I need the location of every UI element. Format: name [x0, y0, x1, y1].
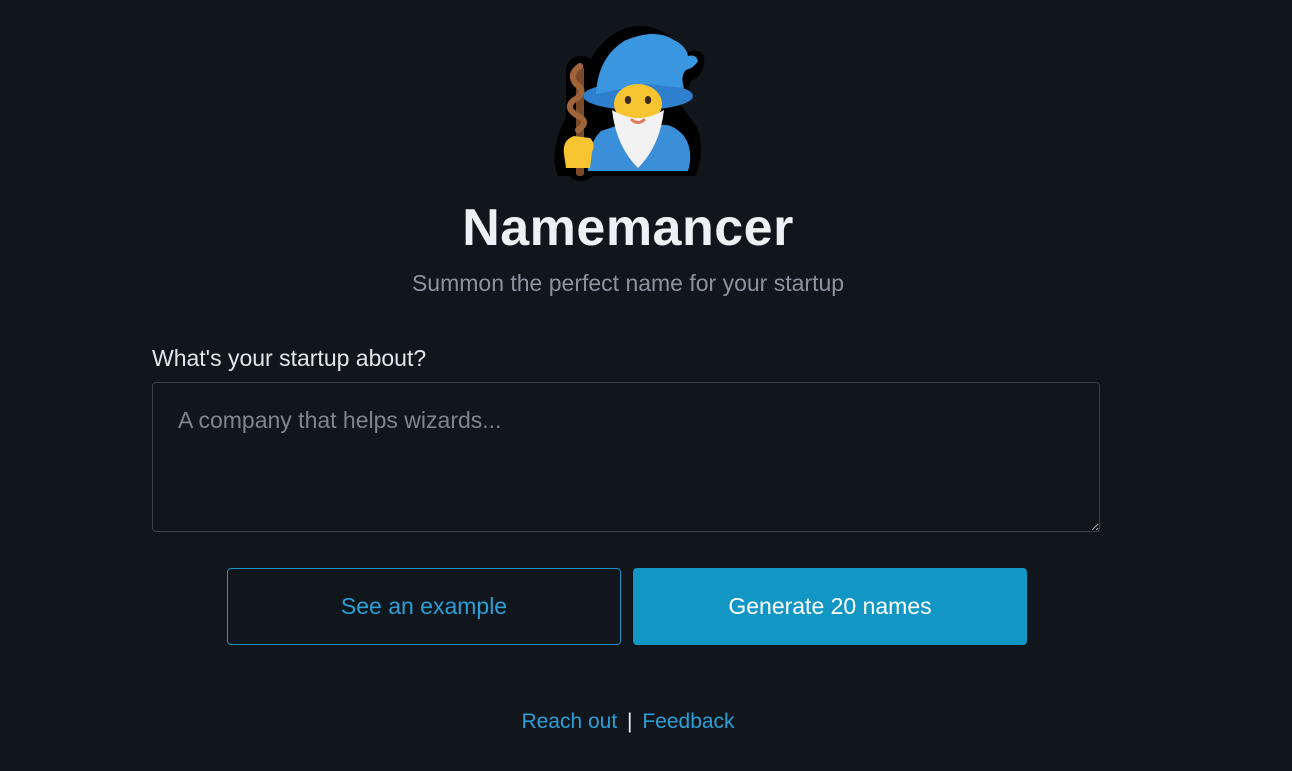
page: Namemancer Summon the perfect name for y… — [0, 0, 1292, 771]
footer-separator: | — [627, 710, 633, 733]
app-title: Namemancer — [462, 199, 794, 257]
generate-names-button[interactable]: Generate 20 names — [633, 568, 1027, 645]
feedback-link[interactable]: Feedback — [642, 710, 734, 733]
app-subtitle: Summon the perfect name for your startup — [411, 270, 845, 296]
reach-out-link[interactable]: Reach out — [521, 710, 617, 733]
startup-description-label: What's your startup about? — [152, 345, 427, 371]
mage-wizard-icon — [554, 26, 705, 181]
see-example-button[interactable]: See an example — [227, 568, 621, 645]
footer-links: Reach out | Feedback — [0, 710, 1256, 734]
startup-description-input[interactable] — [152, 382, 1100, 532]
